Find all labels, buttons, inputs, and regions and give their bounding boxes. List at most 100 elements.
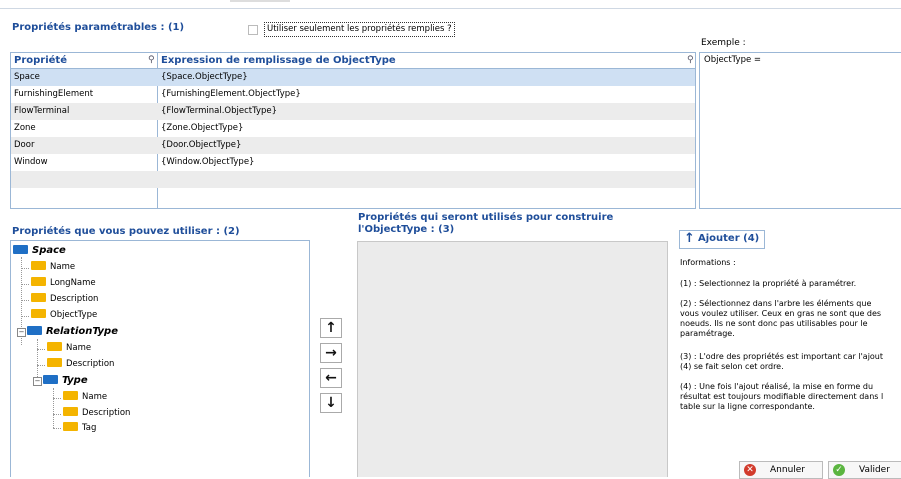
folder-icon bbox=[63, 422, 78, 431]
folder-icon bbox=[47, 342, 62, 351]
tree-line bbox=[53, 388, 54, 428]
folder-icon bbox=[31, 261, 46, 270]
tree-leaf-description[interactable]: Description bbox=[47, 357, 114, 372]
arrow-up-icon: ↑ bbox=[684, 231, 695, 246]
cell-expression[interactable]: {FurnishingElement.ObjectType} bbox=[158, 86, 694, 103]
cell-property[interactable]: Zone bbox=[11, 120, 157, 137]
tree-leaf-label: Name bbox=[82, 392, 108, 402]
tree-line bbox=[21, 300, 29, 301]
tree-line bbox=[21, 316, 29, 317]
info-p3-l1: (3) : L'odre des propriétés est importan… bbox=[680, 352, 884, 361]
tree-leaf-name[interactable]: Name bbox=[47, 341, 91, 356]
tree-leaf-label: Description bbox=[82, 408, 131, 418]
cell-property[interactable]: Window bbox=[11, 154, 157, 171]
move-down-button[interactable]: ↓ bbox=[320, 393, 342, 413]
add-button[interactable]: ↑ Ajouter (4) bbox=[679, 230, 765, 249]
info-p2-l4: paramétrage. bbox=[680, 329, 735, 338]
top-header-fragment bbox=[230, 0, 290, 2]
collapse-icon[interactable]: − bbox=[17, 328, 26, 337]
tree-leaf-label: Description bbox=[50, 294, 99, 304]
section2-title: Propriétés que vous pouvez utiliser : (2… bbox=[12, 226, 240, 237]
tree-leaf-description[interactable]: Description bbox=[31, 292, 98, 307]
grid-header-expression[interactable]: Expression de remplissage de ObjectType bbox=[158, 53, 698, 68]
ok-label: Valider bbox=[859, 465, 890, 475]
grid-header-property[interactable]: Propriété bbox=[11, 53, 157, 68]
tree-leaf-name[interactable]: Name bbox=[63, 390, 107, 405]
selected-properties-list[interactable] bbox=[357, 241, 668, 477]
example-box: ObjectType = bbox=[699, 52, 901, 209]
tree-node-space[interactable]: Space bbox=[13, 243, 66, 258]
top-divider bbox=[0, 8, 901, 9]
search-icon[interactable]: ⚲ bbox=[687, 55, 694, 65]
table-row[interactable]: FurnishingElement {FurnishingElement.Obj… bbox=[11, 86, 695, 103]
tree-leaf-label: Tag bbox=[82, 423, 97, 433]
collapse-icon[interactable]: − bbox=[33, 377, 42, 386]
tree-leaf-label: ObjectType bbox=[50, 310, 98, 320]
grid-header: Propriété ⚲ Expression de remplissage de… bbox=[11, 53, 695, 69]
table-row[interactable]: Window {Window.ObjectType} bbox=[11, 154, 695, 171]
tree-line bbox=[21, 284, 29, 285]
ok-button[interactable]: ✓ Valider bbox=[828, 461, 901, 479]
search-icon[interactable]: ⚲ bbox=[148, 55, 155, 65]
info-p4-l1: (4) : Une fois l'ajout réalisé, la mise … bbox=[680, 382, 874, 391]
cancel-button[interactable]: ✕ Annuler bbox=[739, 461, 823, 479]
cell-property[interactable]: FurnishingElement bbox=[11, 86, 157, 103]
table-row[interactable]: Space {Space.ObjectType} bbox=[11, 69, 695, 86]
cancel-label: Annuler bbox=[770, 465, 806, 475]
tree-leaf-name[interactable]: Name bbox=[31, 260, 75, 275]
example-text: ObjectType = bbox=[704, 55, 762, 65]
cell-expression[interactable]: {Zone.ObjectType} bbox=[158, 120, 694, 137]
tree-node-label: Space bbox=[32, 245, 66, 256]
move-up-button[interactable]: ↑ bbox=[320, 318, 342, 338]
info-p4-l2: résultat est toujours modifiable directe… bbox=[680, 392, 884, 401]
move-right-button[interactable]: → bbox=[320, 343, 342, 363]
folder-icon bbox=[31, 293, 46, 302]
tree-leaf-label: LongName bbox=[50, 278, 96, 288]
tree-leaf-description[interactable]: Description bbox=[63, 406, 130, 421]
info-p2-l3: noeuds. Ils ne sont donc pas utilisables… bbox=[680, 319, 868, 328]
tree-line bbox=[37, 349, 45, 350]
example-label: Exemple : bbox=[701, 38, 746, 48]
check-icon: ✓ bbox=[833, 464, 845, 476]
tree-leaf-tag[interactable]: Tag bbox=[63, 421, 96, 436]
tree-line bbox=[37, 365, 45, 366]
tree-leaf-longname[interactable]: LongName bbox=[31, 276, 96, 291]
section3-title-line1: Propriétés qui seront utilisés pour cons… bbox=[358, 212, 614, 223]
tree-leaf-label: Name bbox=[66, 343, 92, 353]
info-p3-l2: (4) se fait selon cet ordre. bbox=[680, 362, 784, 371]
info-p4-l3: table sur la ligne correspondante. bbox=[680, 402, 815, 411]
only-filled-label[interactable]: Utiliser seulement les propriétés rempli… bbox=[264, 22, 455, 37]
cell-expression[interactable]: {Window.ObjectType} bbox=[158, 154, 694, 171]
folder-icon bbox=[63, 391, 78, 400]
table-row-empty[interactable] bbox=[11, 171, 695, 188]
table-row[interactable]: FlowTerminal {FlowTerminal.ObjectType} bbox=[11, 103, 695, 120]
cell-property[interactable]: Space bbox=[11, 69, 157, 86]
folder-open-icon bbox=[27, 326, 42, 335]
folder-open-icon bbox=[43, 375, 58, 384]
folder-icon bbox=[31, 277, 46, 286]
tree-node-relationtype[interactable]: RelationType bbox=[27, 324, 118, 339]
table-row[interactable]: Door {Door.ObjectType} bbox=[11, 137, 695, 154]
cell-expression[interactable]: {Door.ObjectType} bbox=[158, 137, 694, 154]
info-heading: Informations : bbox=[680, 258, 736, 267]
only-filled-checkbox[interactable] bbox=[248, 25, 258, 35]
cell-property[interactable]: Door bbox=[11, 137, 157, 154]
tree-node-label: Type bbox=[62, 375, 88, 386]
tree-leaf-objecttype[interactable]: ObjectType bbox=[31, 308, 97, 323]
move-left-button[interactable]: ← bbox=[320, 368, 342, 388]
info-p2-l1: (2) : Sélectionnez dans l'arbre les élém… bbox=[680, 299, 872, 308]
table-row[interactable]: Zone {Zone.ObjectType} bbox=[11, 120, 695, 137]
tree-leaf-label: Description bbox=[66, 359, 115, 369]
add-button-label: Ajouter (4) bbox=[698, 233, 760, 244]
info-p1: (1) : Selectionnez la propriété à paramé… bbox=[680, 279, 857, 288]
tree-line bbox=[37, 339, 38, 379]
tree-line bbox=[53, 428, 61, 429]
cell-expression[interactable]: {FlowTerminal.ObjectType} bbox=[158, 103, 694, 120]
folder-icon bbox=[63, 407, 78, 416]
tree-line bbox=[53, 414, 61, 415]
cell-property[interactable]: FlowTerminal bbox=[11, 103, 157, 120]
tree-node-type[interactable]: Type bbox=[43, 373, 88, 388]
section1-title: Propriétés paramétrables : (1) bbox=[12, 22, 185, 33]
cell-expression[interactable]: {Space.ObjectType} bbox=[158, 69, 694, 86]
cancel-icon: ✕ bbox=[744, 464, 756, 476]
